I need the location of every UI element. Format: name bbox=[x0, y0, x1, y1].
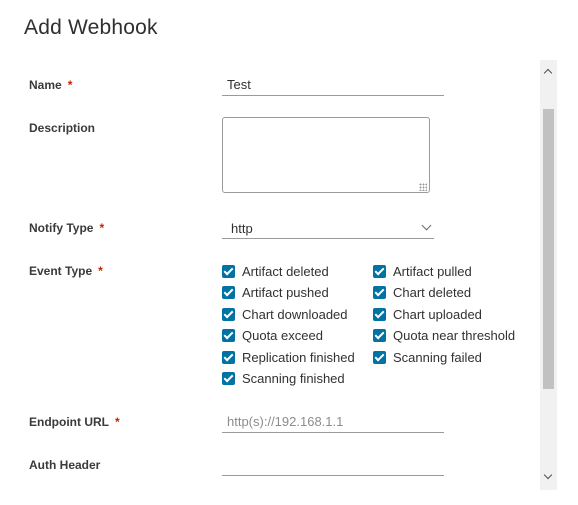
event-checkbox-chart-deleted[interactable]: Chart deleted bbox=[373, 284, 471, 300]
description-label: Description bbox=[29, 121, 96, 135]
endpoint-url-label-text: Endpoint URL bbox=[29, 415, 109, 429]
notify-type-label-text: Notify Type bbox=[29, 221, 94, 235]
checkbox-label: Scanning failed bbox=[393, 349, 482, 365]
event-checkbox-artifact-pulled[interactable]: Artifact pulled bbox=[373, 263, 472, 279]
event-checkbox-artifact-deleted[interactable]: Artifact deleted bbox=[222, 263, 329, 279]
required-mark: * bbox=[98, 264, 103, 278]
required-mark: * bbox=[114, 415, 120, 429]
checkbox-checked-icon bbox=[222, 285, 235, 299]
checkbox-checked-icon bbox=[222, 371, 235, 385]
checkbox-checked-icon bbox=[222, 328, 235, 342]
name-label-text: Name bbox=[29, 78, 62, 92]
name-label: Name * bbox=[29, 78, 72, 92]
checkbox-label: Chart downloaded bbox=[242, 306, 348, 322]
checkbox-label: Chart deleted bbox=[393, 284, 472, 300]
checkbox-label: Artifact deleted bbox=[242, 263, 329, 279]
checkbox-checked-icon bbox=[373, 328, 386, 342]
dialog-title: Add Webhook bbox=[24, 16, 158, 39]
checkbox-checked-icon bbox=[373, 264, 386, 278]
scroll-up-icon[interactable] bbox=[543, 68, 553, 78]
notify-type-label: Notify Type * bbox=[29, 221, 104, 235]
event-checkbox-chart-uploaded[interactable]: Chart uploaded bbox=[373, 306, 482, 322]
event-checkbox-scanning-failed[interactable]: Scanning failed bbox=[373, 349, 482, 365]
event-checkbox-artifact-pushed[interactable]: Artifact pushed bbox=[222, 284, 329, 300]
checkbox-label: Artifact pulled bbox=[393, 263, 472, 279]
checkbox-label: Scanning finished bbox=[242, 370, 345, 386]
endpoint-url-input[interactable] bbox=[222, 413, 444, 433]
checkbox-label: Quota exceed bbox=[242, 327, 323, 343]
scroll-down-icon[interactable] bbox=[543, 470, 553, 480]
description-textarea[interactable] bbox=[222, 117, 430, 193]
form-scrollbar[interactable] bbox=[540, 60, 557, 490]
name-input[interactable] bbox=[222, 76, 444, 96]
event-checkbox-scanning-finished[interactable]: Scanning finished bbox=[222, 370, 345, 386]
resize-grip-icon[interactable] bbox=[419, 183, 427, 191]
checkbox-label: Chart uploaded bbox=[393, 306, 482, 322]
checkbox-checked-icon bbox=[222, 264, 235, 278]
required-mark: * bbox=[99, 221, 105, 235]
auth-header-input[interactable] bbox=[222, 456, 444, 476]
required-mark: * bbox=[67, 78, 73, 92]
checkbox-checked-icon bbox=[373, 307, 386, 321]
notify-type-select[interactable]: http bbox=[222, 220, 434, 239]
scrollbar-thumb[interactable] bbox=[543, 109, 554, 389]
event-checkbox-replication-finished[interactable]: Replication finished bbox=[222, 349, 355, 365]
webhook-form: Name * Description Notify Type * http Even… bbox=[0, 60, 540, 490]
checkbox-checked-icon bbox=[222, 350, 235, 364]
checkbox-label: Replication finished bbox=[242, 349, 355, 365]
checkbox-checked-icon bbox=[373, 285, 386, 299]
checkbox-label: Artifact pushed bbox=[242, 284, 329, 300]
event-checkbox-quota-exceed[interactable]: Quota exceed bbox=[222, 327, 323, 343]
auth-header-label: Auth Header bbox=[29, 458, 101, 472]
event-checkbox-chart-downloaded[interactable]: Chart downloaded bbox=[222, 306, 348, 322]
chevron-down-icon bbox=[421, 220, 432, 231]
notify-type-value: http bbox=[231, 221, 253, 236]
checkbox-label: Quota near threshold bbox=[393, 327, 516, 343]
event-checkbox-quota-near-threshold[interactable]: Quota near threshold bbox=[373, 327, 515, 343]
checkbox-checked-icon bbox=[373, 350, 386, 364]
event-type-label: Event Type * bbox=[29, 264, 103, 278]
checkbox-checked-icon bbox=[222, 307, 235, 321]
endpoint-url-label: Endpoint URL * bbox=[29, 415, 120, 429]
event-type-label-text: Event Type bbox=[29, 264, 93, 278]
